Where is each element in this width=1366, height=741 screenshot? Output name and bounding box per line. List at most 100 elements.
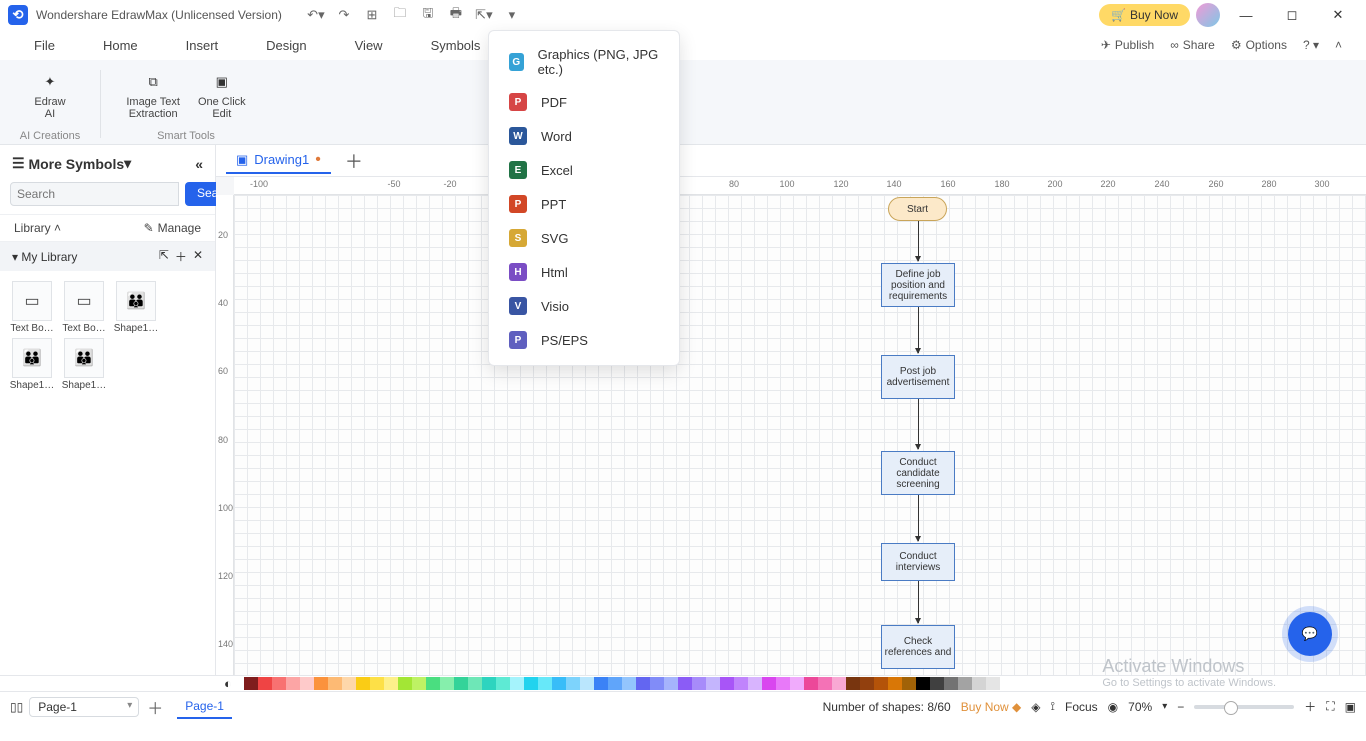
layout-icon[interactable]: ▯▯ xyxy=(10,700,23,714)
flow-start-node[interactable]: Start xyxy=(888,197,947,221)
flow-process-node[interactable]: Define job position and requirements xyxy=(881,263,955,307)
export-item[interactable]: HHtml xyxy=(489,255,679,289)
color-swatch[interactable] xyxy=(412,677,426,690)
color-swatch[interactable] xyxy=(300,677,314,690)
redo-button[interactable]: ↷ xyxy=(330,1,358,29)
add-document-tab[interactable]: ＋ xyxy=(345,148,363,174)
color-swatch[interactable] xyxy=(426,677,440,690)
chat-fab[interactable]: 💬 xyxy=(1288,612,1332,656)
shape-item[interactable]: 👪Shape1… xyxy=(8,338,56,391)
color-swatch[interactable] xyxy=(720,677,734,690)
color-swatch[interactable] xyxy=(328,677,342,690)
library-toggle[interactable]: Library ˄ xyxy=(14,221,61,235)
color-swatch[interactable] xyxy=(272,677,286,690)
manage-library[interactable]: ✎ Manage xyxy=(144,221,201,235)
mylib-close-icon[interactable]: ✕ xyxy=(193,248,203,265)
color-swatch[interactable] xyxy=(790,677,804,690)
color-swatch[interactable] xyxy=(748,677,762,690)
add-page-button[interactable]: ＋ xyxy=(147,695,163,719)
layers-icon[interactable]: ◈ xyxy=(1031,700,1040,714)
page-tab[interactable]: Page-1 xyxy=(177,695,232,719)
color-swatch[interactable] xyxy=(440,677,454,690)
menu-insert[interactable]: Insert xyxy=(162,38,243,53)
mylib-export-icon[interactable]: ⇱ xyxy=(159,248,169,265)
color-swatch[interactable] xyxy=(622,677,636,690)
color-swatch[interactable] xyxy=(286,677,300,690)
color-swatch[interactable] xyxy=(692,677,706,690)
color-swatch[interactable] xyxy=(538,677,552,690)
color-swatch[interactable] xyxy=(552,677,566,690)
color-swatch[interactable] xyxy=(468,677,482,690)
collapse-ribbon[interactable]: ˄ xyxy=(1335,38,1342,52)
page-selector[interactable]: Page-1 xyxy=(29,697,139,717)
color-swatch[interactable] xyxy=(846,677,860,690)
shape-item[interactable]: ▭Text Bo… xyxy=(60,281,108,334)
export-item[interactable]: GGraphics (PNG, JPG etc.) xyxy=(489,39,679,85)
color-swatch[interactable] xyxy=(370,677,384,690)
color-swatch[interactable] xyxy=(874,677,888,690)
play-icon[interactable]: ◉ xyxy=(1108,700,1118,714)
color-swatch[interactable] xyxy=(608,677,622,690)
color-swatch[interactable] xyxy=(860,677,874,690)
color-swatch[interactable] xyxy=(244,677,258,690)
export-item[interactable]: EExcel xyxy=(489,153,679,187)
color-swatch[interactable] xyxy=(930,677,944,690)
color-swatch[interactable] xyxy=(650,677,664,690)
menu-design[interactable]: Design xyxy=(242,38,330,53)
export-item[interactable]: VVisio xyxy=(489,289,679,323)
export-item[interactable]: WWord xyxy=(489,119,679,153)
color-swatch[interactable] xyxy=(580,677,594,690)
flow-process-node[interactable]: Conduct interviews xyxy=(881,543,955,581)
undo-button[interactable]: ↶▾ xyxy=(302,1,330,29)
color-swatch[interactable] xyxy=(776,677,790,690)
export-item[interactable]: PPS/EPS xyxy=(489,323,679,357)
mylib-add-icon[interactable]: ＋ xyxy=(175,248,187,265)
edraw-ai-button[interactable]: ✦ Edraw AI xyxy=(34,70,65,120)
window-minimize[interactable]: — xyxy=(1226,1,1266,29)
save-button[interactable]: 🖫 xyxy=(414,1,442,29)
color-swatch[interactable] xyxy=(454,677,468,690)
color-swatch[interactable] xyxy=(342,677,356,690)
color-swatch[interactable] xyxy=(678,677,692,690)
color-swatch[interactable] xyxy=(398,677,412,690)
focus-target-icon[interactable]: ⟟ xyxy=(1051,699,1055,714)
color-swatch[interactable] xyxy=(762,677,776,690)
open-button[interactable]: 🗀 xyxy=(386,1,414,29)
fit-page-icon[interactable]: ⛶ xyxy=(1326,699,1334,714)
export-item[interactable]: PPDF xyxy=(489,85,679,119)
collapse-sidebar[interactable]: « xyxy=(195,156,203,172)
window-maximize[interactable]: ◻ xyxy=(1272,1,1312,29)
canvas[interactable]: Start Define job position and requiremen… xyxy=(234,195,1366,675)
color-swatch[interactable] xyxy=(706,677,720,690)
color-swatch[interactable] xyxy=(566,677,580,690)
color-swatch[interactable] xyxy=(594,677,608,690)
export-item[interactable]: PPPT xyxy=(489,187,679,221)
color-swatch[interactable] xyxy=(888,677,902,690)
color-swatch[interactable] xyxy=(482,677,496,690)
new-button[interactable]: ⊞ xyxy=(358,1,386,29)
document-tab[interactable]: ▣ Drawing1 • xyxy=(226,148,331,174)
color-swatch[interactable] xyxy=(986,677,1000,690)
focus-label[interactable]: Focus xyxy=(1065,700,1098,714)
quick-access-more[interactable]: ▾ xyxy=(498,1,526,29)
zoom-slider[interactable] xyxy=(1194,705,1294,709)
symbol-search-input[interactable] xyxy=(10,182,179,206)
color-swatch[interactable] xyxy=(636,677,650,690)
publish-button[interactable]: ✈Publish xyxy=(1101,38,1154,52)
color-swatch[interactable] xyxy=(804,677,818,690)
color-swatch[interactable] xyxy=(734,677,748,690)
panel-toggle-icon[interactable]: ▣ xyxy=(1345,700,1356,714)
flow-process-node[interactable]: Conduct candidate screening xyxy=(881,451,955,495)
menu-file[interactable]: File xyxy=(10,38,79,53)
color-swatch[interactable] xyxy=(510,677,524,690)
shape-item[interactable]: 👪Shape1… xyxy=(60,338,108,391)
share-button[interactable]: ∞Share xyxy=(1170,38,1215,52)
color-swatch[interactable] xyxy=(258,677,272,690)
flow-process-node[interactable]: Check references and xyxy=(881,625,955,669)
menu-view[interactable]: View xyxy=(331,38,407,53)
color-swatch[interactable] xyxy=(356,677,370,690)
mylib-toggle[interactable]: ▾ My Library xyxy=(12,250,77,264)
color-swatch[interactable] xyxy=(958,677,972,690)
print-button[interactable]: 🖶 xyxy=(442,1,470,29)
help-button[interactable]: ? ▾ xyxy=(1303,38,1319,52)
